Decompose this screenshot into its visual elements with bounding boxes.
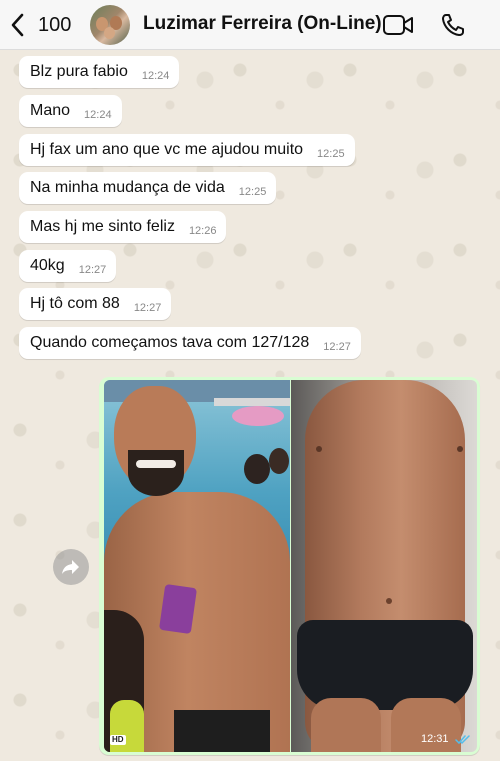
message-bubble[interactable]: Hj fax um ano que vc me ajudou muito 12:… [19, 134, 355, 166]
forward-button[interactable] [53, 549, 89, 585]
unread-count: 100 [38, 13, 72, 36]
message-text: Mano [30, 102, 71, 119]
message-time: 12:24 [141, 70, 170, 82]
chat-header: 100 Luzimar Ferreira (On-Line) [0, 0, 500, 50]
message-text: Quando começamos tava com 127/128 [30, 334, 310, 351]
message-text: Hj fax um ano que vc me ajudou muito [30, 141, 304, 158]
hd-badge: HD [110, 735, 126, 745]
back-button[interactable]: 100 [8, 10, 71, 40]
chevron-left-icon [11, 13, 24, 37]
message-time: 12:27 [133, 302, 162, 314]
message-text: Na minha mudança de vida [30, 179, 225, 196]
message-bubble[interactable]: Mas hj me sinto feliz 12:26 [19, 211, 227, 243]
message-time: 12:25 [238, 186, 267, 198]
message-bubble[interactable]: Blz pura fabio 12:24 [19, 56, 180, 88]
message-bubble[interactable]: 40kg 12:27 [19, 250, 117, 282]
photo-before-after-left[interactable] [104, 380, 290, 752]
phone-icon[interactable] [440, 12, 466, 38]
message-text: Hj tô com 88 [30, 295, 120, 312]
read-ticks-icon [455, 735, 470, 745]
message-time: 12:25 [317, 148, 345, 160]
message-time: 12:24 [84, 109, 112, 121]
photo-before-after-right[interactable] [291, 380, 477, 752]
forward-arrow-icon [62, 560, 79, 574]
message-bubble[interactable]: Hj tô com 88 12:27 [19, 288, 172, 320]
video-call-icon[interactable] [382, 12, 414, 38]
message-text: Blz pura fabio [30, 63, 128, 80]
message-bubble[interactable]: Quando começamos tava com 127/128 12:27 [19, 327, 361, 359]
message-time: 12:27 [78, 264, 107, 276]
message-bubble[interactable]: Na minha mudança de vida 12:25 [19, 172, 277, 204]
message-text: 40kg [30, 257, 65, 274]
message-text: Mas hj me sinto feliz [30, 218, 175, 235]
message-bubble[interactable]: Mano 12:24 [19, 95, 122, 127]
message-time: 12:27 [323, 341, 351, 353]
message-time: 12:31 [421, 733, 449, 745]
avatar[interactable] [90, 5, 130, 45]
message-time: 12:26 [188, 225, 217, 237]
contact-name[interactable]: Luzimar Ferreira (On-Line) [143, 13, 382, 35]
